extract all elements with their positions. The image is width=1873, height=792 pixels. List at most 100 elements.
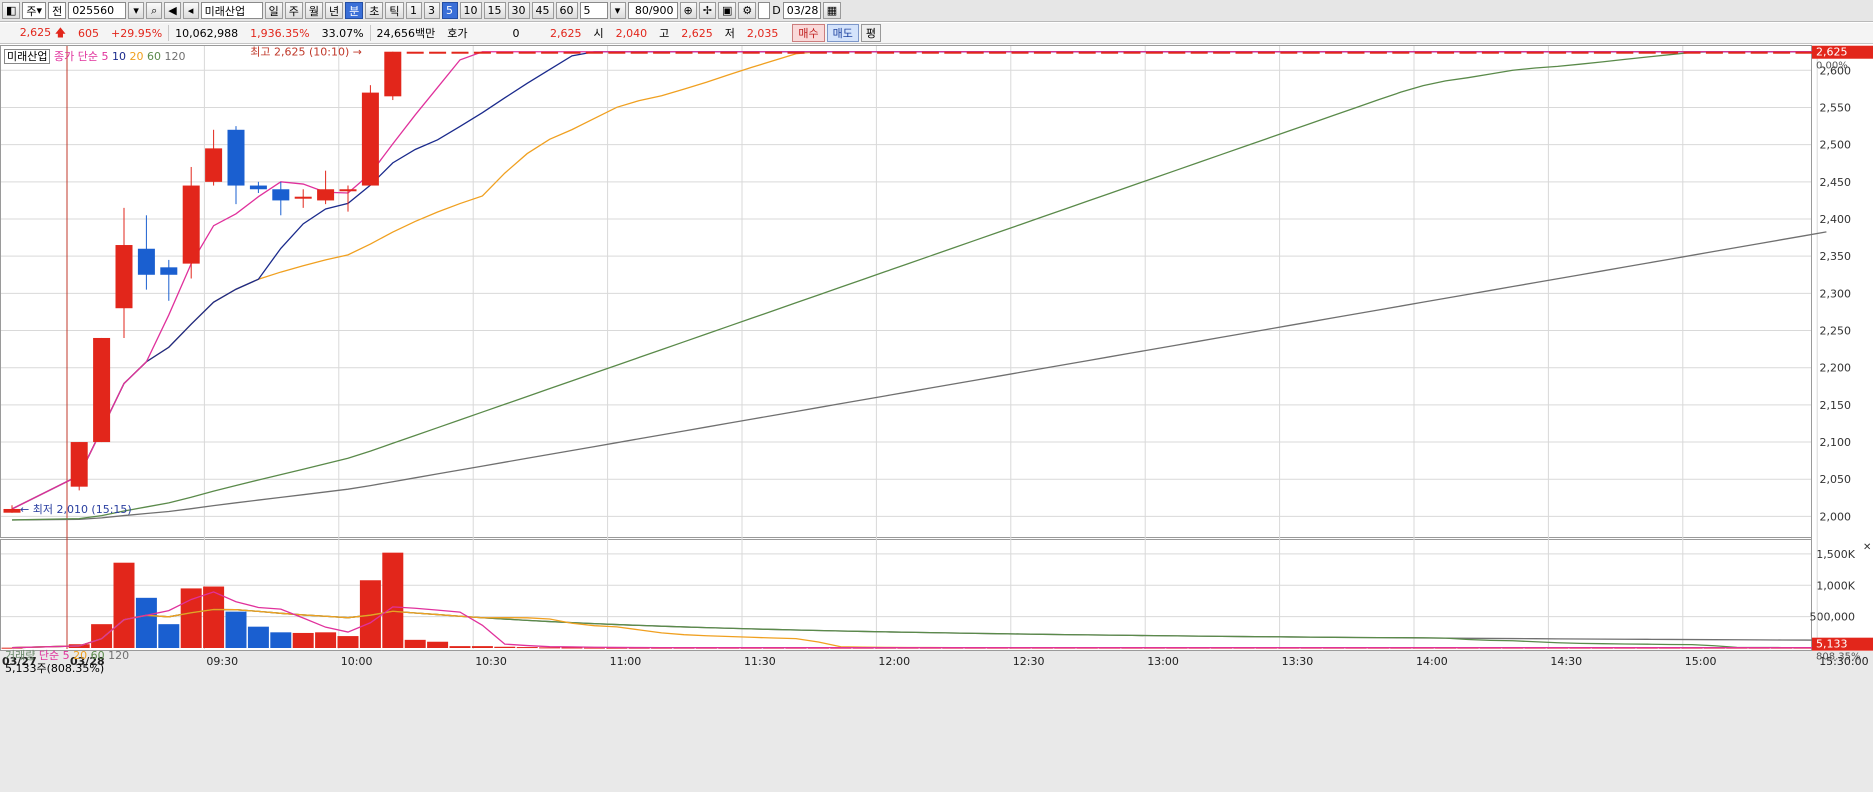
low-annotation: ← 최저 2,010 (15:15) xyxy=(20,503,132,516)
candle-body xyxy=(1056,51,1074,54)
stock-code-input[interactable]: 025560 xyxy=(68,2,127,19)
minute-60[interactable]: 60 xyxy=(555,2,578,19)
candle-body xyxy=(1638,51,1656,54)
ma10-label: 10 xyxy=(111,50,126,63)
high-value: 2,625 xyxy=(681,26,713,40)
bid-value: 0 xyxy=(512,26,520,40)
open-value: 2,040 xyxy=(615,26,648,40)
period-minute[interactable]: 분 xyxy=(345,2,364,19)
candle-body xyxy=(877,51,895,54)
period-day[interactable]: 일 xyxy=(264,2,283,19)
candle-body xyxy=(563,51,581,54)
settings-icon[interactable]: ⚙ xyxy=(738,2,757,19)
price-tick-label: 2,300 xyxy=(1820,287,1852,300)
candle-body xyxy=(429,51,447,54)
candle-body xyxy=(1190,51,1208,54)
volume-bar xyxy=(270,632,292,648)
candle-body xyxy=(921,51,939,54)
time-tick-label: 12:30 xyxy=(1013,655,1045,668)
save-icon[interactable]: ▣ xyxy=(717,2,737,19)
candle-body xyxy=(966,51,984,54)
x-axis-background xyxy=(0,651,1873,792)
volume-bar xyxy=(494,646,516,648)
period-second[interactable]: 초 xyxy=(365,2,384,19)
time-tick-label: 13:30 xyxy=(1282,655,1314,668)
zoom-icon[interactable]: ⊕ xyxy=(679,2,697,19)
count-field[interactable]: 80/900 xyxy=(627,2,678,19)
candle-body xyxy=(1616,51,1634,54)
minute-1[interactable]: 1 xyxy=(405,2,422,19)
candle-body xyxy=(115,245,133,309)
candle-body xyxy=(70,442,88,487)
time-tick-label: 14:00 xyxy=(1416,655,1448,668)
interval-dropdown-icon[interactable]: ▾ xyxy=(609,2,626,19)
minute-15[interactable]: 15 xyxy=(483,2,506,19)
candle-body xyxy=(742,51,760,54)
candle-body xyxy=(944,51,962,54)
stock-chart[interactable]: 2,000 2,050 2,100 2,150 2,200 2,250 2,300 2,350… xyxy=(0,45,1873,792)
period-year[interactable]: 년 xyxy=(325,2,344,19)
candle-body xyxy=(137,248,155,275)
high-annotation: 최고 2,625 (10:10) → xyxy=(250,46,362,59)
minute-45[interactable]: 45 xyxy=(531,2,554,19)
candle-body xyxy=(653,51,671,54)
time-tick-label: 10:30 xyxy=(475,655,507,668)
price-legend: 미래산업 종가 단순 5 10 20 60 120 xyxy=(4,48,185,64)
candle-body xyxy=(608,51,626,54)
up-arrow-icon: 🡅 xyxy=(54,25,66,39)
time-tick-label: 09:30 xyxy=(206,655,238,668)
minute-5[interactable]: 5 xyxy=(441,2,458,19)
candle-body xyxy=(451,51,469,54)
price-tick-label: 2,100 xyxy=(1820,436,1852,449)
period-month[interactable]: 월 xyxy=(304,2,324,19)
high-label: 고 xyxy=(659,27,670,40)
candle-body xyxy=(1481,51,1499,54)
scope-select[interactable]: 전 xyxy=(48,2,67,19)
candle-body xyxy=(496,51,514,54)
candle-body xyxy=(787,51,805,54)
candle-body xyxy=(1571,51,1589,54)
sound-icon[interactable]: ◀ xyxy=(164,2,181,19)
low-label: 저 xyxy=(724,27,735,40)
prev-stock-icon[interactable]: ◂ xyxy=(182,2,199,19)
volume-value: 10,062,988 xyxy=(175,26,239,40)
candle-body xyxy=(160,267,178,275)
candle-body xyxy=(3,508,21,513)
market-select[interactable]: 주 ▾ xyxy=(22,2,47,19)
candle-body xyxy=(1101,51,1119,54)
count-value: 80/900 xyxy=(634,4,674,17)
volume-tick-label: 500,000 xyxy=(1810,611,1856,624)
sell-button[interactable]: 매도 xyxy=(826,24,859,42)
period-week[interactable]: 주 xyxy=(284,2,303,19)
ma5-label: 5 xyxy=(101,50,109,63)
candle-body xyxy=(518,51,536,54)
menu-icon[interactable]: ◧ xyxy=(2,2,21,19)
candle-body xyxy=(1033,51,1051,54)
code-dropdown-icon[interactable]: ▾ xyxy=(128,2,145,19)
volume-tick-label: 1,500K xyxy=(1816,548,1855,561)
time-tick-label: 12:00 xyxy=(878,655,910,668)
volume-bar xyxy=(158,624,180,648)
minute-3[interactable]: 3 xyxy=(423,2,440,19)
volume-tick-label: 1,000K xyxy=(1816,579,1855,592)
candle-body xyxy=(585,51,603,54)
crosshair-icon[interactable]: ✢ xyxy=(698,2,716,19)
candle-body xyxy=(720,51,738,54)
period-tick[interactable]: 틱 xyxy=(385,2,404,19)
minute-10[interactable]: 10 xyxy=(459,2,482,19)
calendar-icon[interactable]: ▦ xyxy=(822,2,842,19)
price-tick-label: 2,450 xyxy=(1820,176,1852,189)
minute-30[interactable]: 30 xyxy=(507,2,530,19)
search-icon[interactable]: ⌕ xyxy=(146,2,163,19)
interval-input[interactable]: 5 xyxy=(579,2,608,19)
date-checkbox[interactable] xyxy=(758,2,771,19)
candle-body xyxy=(205,148,223,182)
volume-bar xyxy=(292,632,314,648)
volume-bar xyxy=(382,552,404,648)
close-icon: ✕ xyxy=(1863,542,1871,553)
buy-button[interactable]: 매수 xyxy=(792,24,825,42)
stock-name-field[interactable]: 미래산업 xyxy=(200,2,263,19)
flat-button[interactable]: 평 xyxy=(860,24,882,42)
candle-body xyxy=(384,51,402,97)
date-field[interactable]: 03/28 xyxy=(782,2,821,19)
